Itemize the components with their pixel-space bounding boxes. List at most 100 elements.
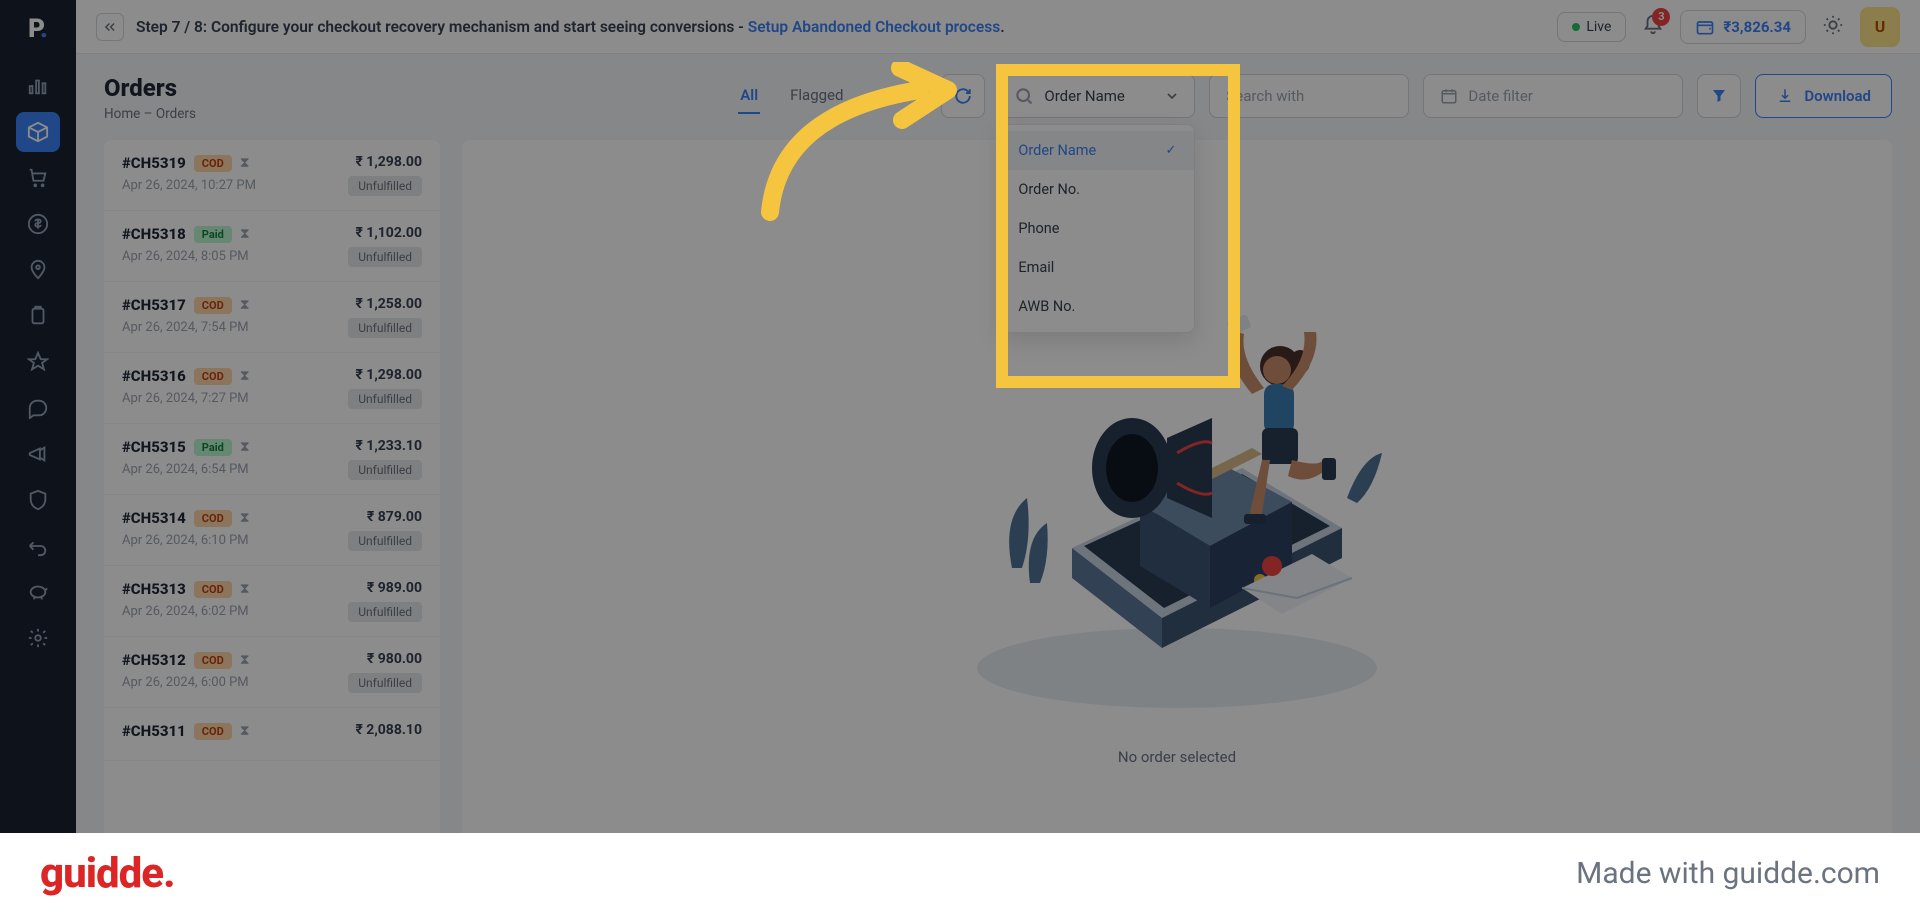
order-price: ₹ 980.00 [367, 651, 422, 667]
hourglass-icon: ⧗ [240, 581, 250, 597]
refresh-button[interactable] [941, 74, 985, 118]
setup-step-banner: Step 7 / 8: Configure your checkout reco… [136, 18, 1005, 36]
search-field-dropdown[interactable]: Order Name [999, 74, 1195, 118]
hourglass-icon: ⧗ [240, 510, 250, 526]
calendar-icon [1440, 87, 1458, 105]
sidebar-item-settings[interactable] [16, 618, 60, 658]
notifications-button[interactable]: 3 [1642, 14, 1664, 40]
refresh-icon [954, 87, 972, 105]
order-price: ₹ 1,258.00 [355, 296, 422, 312]
order-status-pill: Paid [194, 226, 232, 243]
order-id: #CH5311 [122, 722, 186, 740]
search-dropdown-panel: Order Name✓Order No.PhoneEmailAWB No. [999, 124, 1195, 333]
sidebar-item-announce[interactable] [16, 434, 60, 474]
dropdown-option[interactable]: Email [1000, 248, 1194, 287]
theme-toggle[interactable] [1822, 14, 1844, 40]
wallet-icon [1695, 17, 1715, 37]
hourglass-icon: ⧗ [240, 368, 250, 384]
guidde-logo: guidde. [40, 849, 175, 898]
sun-icon [1822, 14, 1844, 36]
user-avatar[interactable]: U [1860, 7, 1900, 47]
sidebar-item-piggy[interactable] [16, 572, 60, 612]
order-price: ₹ 1,298.00 [355, 154, 422, 170]
order-card[interactable]: #CH5318Paid⧗Apr 26, 2024, 8:05 PM₹ 1,102… [104, 211, 440, 282]
live-status: Live [1557, 12, 1626, 42]
download-button[interactable]: Download [1755, 74, 1892, 118]
order-id: #CH5312 [122, 651, 186, 669]
star-icon [27, 351, 49, 373]
order-status-pill: COD [194, 368, 232, 385]
wallet-button[interactable]: ₹3,826.34 [1680, 10, 1806, 44]
guidde-tagline: Made with guidde.com [1576, 856, 1880, 891]
order-status-pill: COD [194, 297, 232, 314]
order-status-pill: COD [194, 510, 232, 527]
order-id: #CH5314 [122, 509, 186, 527]
fulfilment-badge: Unfulfilled [348, 602, 422, 622]
sidebar-item-comment[interactable] [16, 388, 60, 428]
funnel-icon [1710, 87, 1728, 105]
order-card[interactable]: #CH5316COD⧗Apr 26, 2024, 7:27 PM₹ 1,298.… [104, 353, 440, 424]
order-card[interactable]: #CH5311COD⧗₹ 2,088.10 [104, 708, 440, 761]
chevron-left-icon [103, 20, 117, 34]
fulfilment-badge: Unfulfilled [348, 176, 422, 196]
search-input[interactable] [1209, 74, 1409, 118]
filter-button[interactable] [1697, 74, 1741, 118]
order-card[interactable]: #CH5314COD⧗Apr 26, 2024, 6:10 PM₹ 879.00… [104, 495, 440, 566]
fulfilment-badge: Unfulfilled [348, 460, 422, 480]
map-pin-icon [27, 259, 49, 281]
dropdown-option[interactable]: Phone [1000, 209, 1194, 248]
dropdown-option[interactable]: AWB No. [1000, 287, 1194, 326]
collapse-sidebar-button[interactable] [96, 13, 124, 41]
order-id: #CH5319 [122, 154, 186, 172]
sidebar-item-shield[interactable] [16, 480, 60, 520]
order-date: Apr 26, 2024, 6:00 PM [122, 675, 250, 690]
order-date: Apr 26, 2024, 7:54 PM [122, 320, 250, 335]
setup-step-link[interactable]: Setup Abandoned Checkout process [748, 18, 1000, 36]
fulfilment-badge: Unfulfilled [348, 389, 422, 409]
fulfilment-badge: Unfulfilled [348, 531, 422, 551]
order-price: ₹ 879.00 [367, 509, 422, 525]
sidebar-item-location[interactable] [16, 250, 60, 290]
order-price: ₹ 989.00 [367, 580, 422, 596]
sidebar-item-payments[interactable] [16, 204, 60, 244]
sidebar-item-cart[interactable] [16, 158, 60, 198]
sidebar-item-star[interactable] [16, 342, 60, 382]
hourglass-icon: ⧗ [240, 297, 250, 313]
guidde-footer: guidde. Made with guidde.com [0, 833, 1920, 913]
sidebar-item-orders[interactable] [16, 112, 60, 152]
order-card[interactable]: #CH5312COD⧗Apr 26, 2024, 6:00 PM₹ 980.00… [104, 637, 440, 708]
fulfilment-badge: Unfulfilled [348, 247, 422, 267]
tab-flagged[interactable]: Flagged [788, 78, 845, 114]
order-card[interactable]: #CH5319COD⧗Apr 26, 2024, 10:27 PM₹ 1,298… [104, 140, 440, 211]
tab-cod[interactable]: COD [873, 78, 907, 114]
dropdown-option[interactable]: Order No. [1000, 170, 1194, 209]
order-date: Apr 26, 2024, 6:54 PM [122, 462, 250, 477]
sidebar-item-clipboard[interactable] [16, 296, 60, 336]
hourglass-icon: ⧗ [240, 155, 250, 171]
order-status-pill: COD [194, 155, 232, 172]
shield-icon [27, 489, 49, 511]
tab-all[interactable]: All [738, 78, 760, 114]
dropdown-option[interactable]: Order Name✓ [1000, 131, 1194, 170]
order-id: #CH5317 [122, 296, 186, 314]
sidebar-item-undo[interactable] [16, 526, 60, 566]
bar-chart-icon [27, 75, 49, 97]
undo-icon [27, 535, 49, 557]
breadcrumb: Home – Orders [104, 106, 196, 122]
sidebar-item-dashboard[interactable] [16, 66, 60, 106]
hourglass-icon: ⧗ [240, 652, 250, 668]
order-card[interactable]: #CH5315Paid⧗Apr 26, 2024, 6:54 PM₹ 1,233… [104, 424, 440, 495]
order-price: ₹ 1,233.10 [355, 438, 422, 454]
order-card[interactable]: #CH5313COD⧗Apr 26, 2024, 6:02 PM₹ 989.00… [104, 566, 440, 637]
comment-icon [27, 397, 49, 419]
order-price: ₹ 2,088.10 [355, 722, 422, 738]
orders-list[interactable]: #CH5319COD⧗Apr 26, 2024, 10:27 PM₹ 1,298… [104, 140, 440, 913]
date-filter[interactable]: Date filter [1423, 74, 1683, 118]
order-id: #CH5315 [122, 438, 186, 456]
order-price: ₹ 1,102.00 [355, 225, 422, 241]
download-icon [1776, 87, 1794, 105]
order-card[interactable]: #CH5317 COD ⧗ Apr 26, 2024, 7:54 PM ₹ 1,258.… [104, 282, 440, 353]
order-date: Apr 26, 2024, 6:02 PM [122, 604, 250, 619]
hourglass-icon: ⧗ [240, 226, 250, 242]
megaphone-icon [27, 443, 49, 465]
